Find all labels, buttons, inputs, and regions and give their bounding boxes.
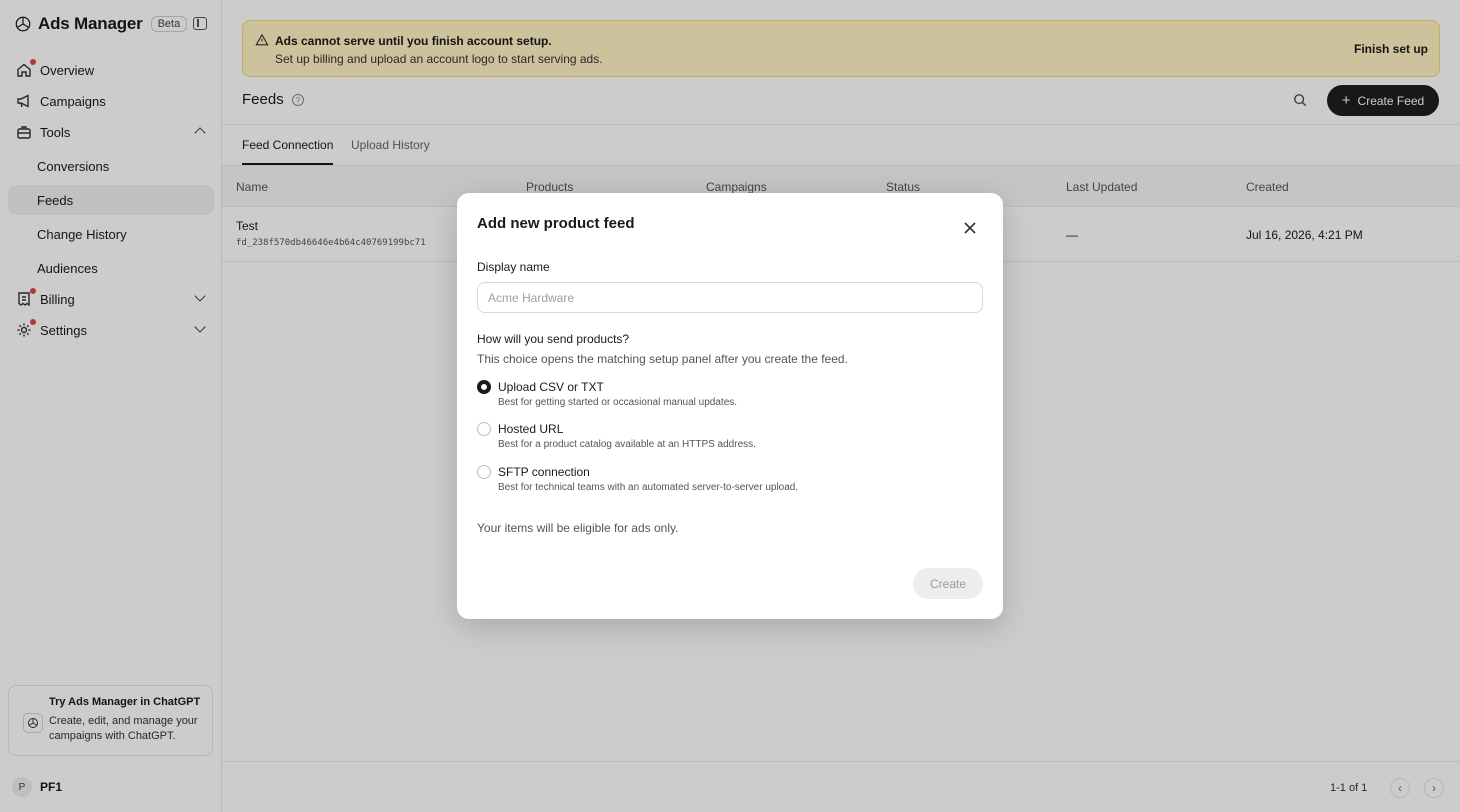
add-feed-dialog: Add new product feed Display name How wi… (457, 193, 1003, 619)
option-title: SFTP connection (498, 465, 590, 479)
create-button[interactable]: Create (913, 568, 983, 599)
option-description: Best for technical teams with an automat… (498, 482, 799, 493)
send-method-help: This choice opens the matching setup pan… (477, 352, 848, 366)
option-title: Upload CSV or TXT (498, 380, 604, 394)
send-method-label: How will you send products? (477, 332, 630, 346)
option-sftp[interactable]: SFTP connection Best for technical teams… (477, 464, 977, 500)
radio-button[interactable] (477, 422, 491, 436)
radio-button[interactable] (477, 380, 491, 394)
option-description: Best for getting started or occasional m… (498, 397, 738, 408)
close-icon[interactable] (962, 220, 978, 236)
option-title: Hosted URL (498, 422, 564, 436)
display-name-label: Display name (477, 260, 550, 274)
eligibility-note: Your items will be eligible for ads only… (477, 521, 679, 535)
option-hosted-url[interactable]: Hosted URL Best for a product catalog av… (477, 421, 977, 457)
option-description: Best for a product catalog available at … (498, 439, 756, 450)
dialog-title: Add new product feed (477, 215, 635, 232)
radio-button[interactable] (477, 465, 491, 479)
option-upload-csv[interactable]: Upload CSV or TXT Best for getting start… (477, 379, 977, 415)
display-name-input[interactable] (477, 282, 983, 313)
